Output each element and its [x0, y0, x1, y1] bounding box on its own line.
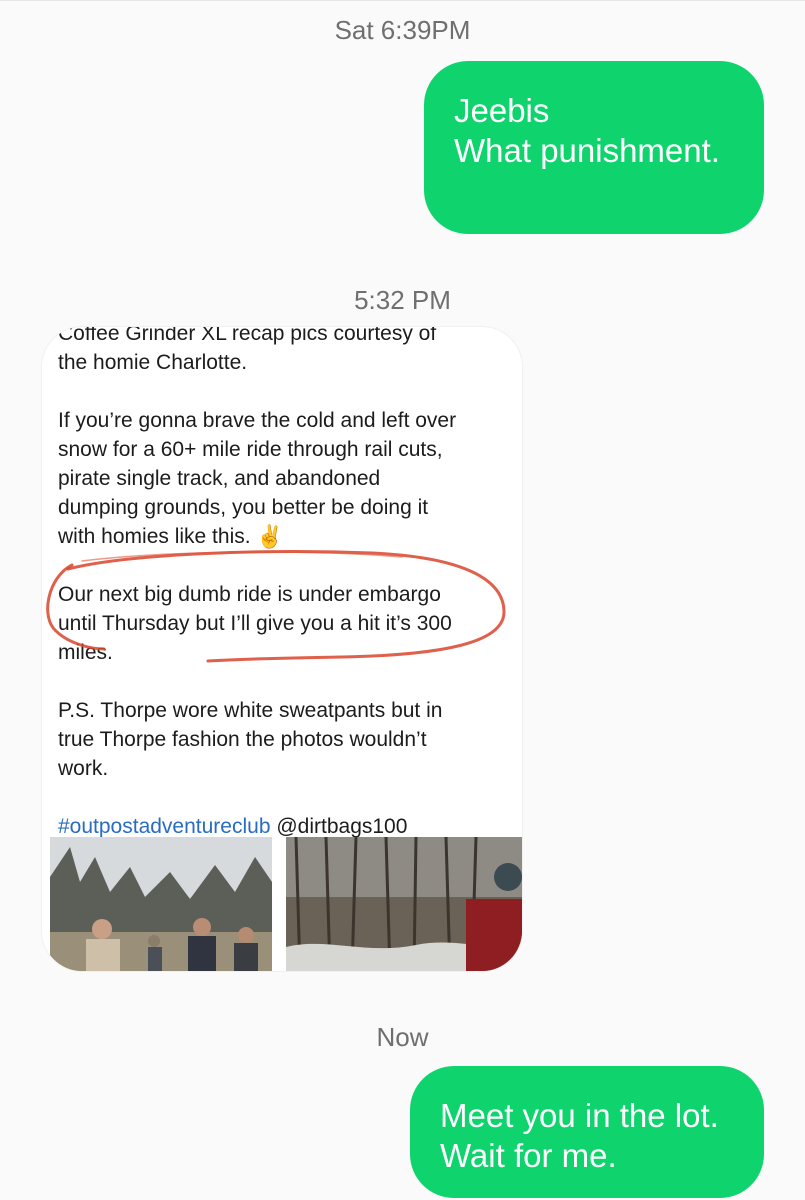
snowy-woods-photo[interactable] — [286, 837, 522, 971]
caption-paragraph: If you’re gonna brave the cold and left … — [58, 409, 457, 549]
post-caption: Coffee Grinder XL recap pics courtesy of… — [58, 327, 510, 870]
message-text-line: Meet you in the lot. — [440, 1097, 719, 1134]
conversation-view: Sat 6:39PM Jeebis What punishment. 5:32 … — [0, 0, 805, 1200]
message-text-line: Jeebis — [454, 92, 550, 129]
timestamp-sat: Sat 6:39PM — [334, 15, 471, 45]
outgoing-message-bubble[interactable]: Meet you in the lot. Wait for me. — [410, 1066, 764, 1198]
timestamp-time: 5:32 PM — [354, 285, 451, 315]
caption-paragraph-highlighted: Our next big dumb ride is under embargo … — [58, 583, 452, 664]
user-handle[interactable]: @dirtbags100 — [276, 815, 407, 838]
timestamp-now: Now — [376, 1022, 429, 1052]
victory-hand-emoji: ✌ — [256, 524, 284, 549]
outgoing-message-bubble[interactable]: Jeebis What punishment. — [424, 61, 764, 234]
hashtag-link[interactable]: #outpostadventureclub — [58, 815, 271, 838]
shared-post-screenshot[interactable]: Coffee Grinder XL recap pics courtesy of… — [42, 327, 522, 971]
message-text-line: Wait for me. — [440, 1137, 617, 1174]
caption-paragraph: P.S. Thorpe wore white sweatpants but in… — [58, 699, 443, 780]
group-cyclists-photo[interactable] — [50, 837, 272, 971]
caption-paragraph: Coffee Grinder XL recap pics courtesy of… — [58, 327, 437, 374]
message-text-line: What punishment. — [454, 132, 720, 169]
